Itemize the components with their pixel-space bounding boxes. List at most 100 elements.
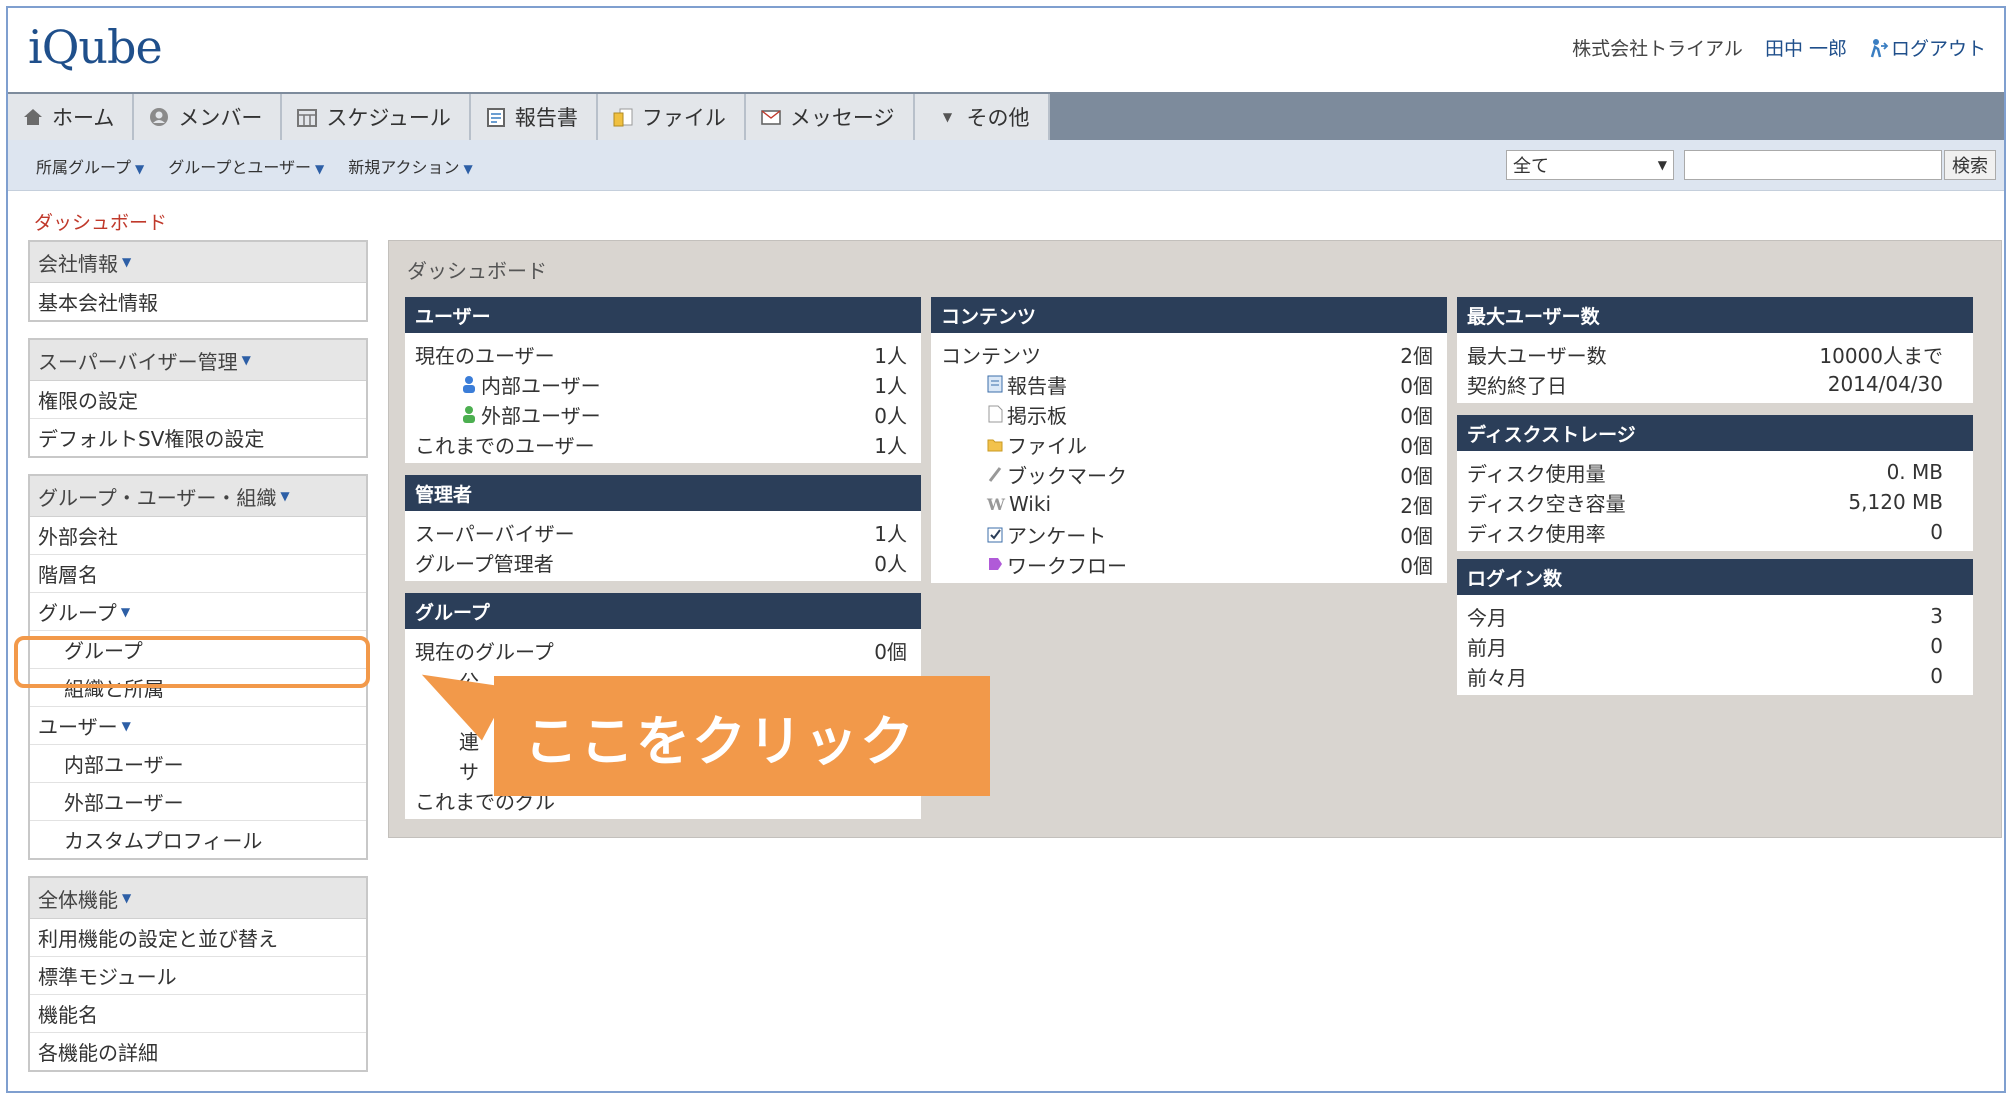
tab-report[interactable]: 報告書 (470, 94, 598, 140)
stat-row: グループ管理者 0人 (415, 547, 907, 577)
tab-label: メッセージ (789, 106, 895, 130)
sidebar-item-feature-details[interactable]: 各機能の詳細 (30, 1033, 366, 1070)
menu-new-action[interactable]: 新規アクション ▼ (348, 154, 472, 178)
menu-groups-and-users[interactable]: グループとユーザー ▼ (168, 154, 324, 178)
sidebar-head-company[interactable]: 会社情報 ▼ (30, 242, 366, 283)
header-user-area: 株式会社トライアル 田中 一郎 ログアウト (1572, 34, 1986, 61)
breadcrumb[interactable]: ダッシュボード (34, 208, 167, 235)
sidebar-item-external-user[interactable]: 外部ユーザー (30, 783, 366, 821)
chevron-down-icon: ▼ (122, 891, 132, 905)
sidebar-item-hierarchy-name[interactable]: 階層名 (30, 555, 366, 593)
stat-label: ディスク使用量 (1467, 461, 1606, 486)
sidebar-section-features: 全体機能 ▼ 利用機能の設定と並び替え 標準モジュール 機能名 各機能の詳細 (28, 876, 368, 1072)
wiki-icon: W (987, 494, 1005, 514)
menu-label: 新規アクション (348, 158, 460, 177)
stat-row: 前々月 0 (1467, 661, 1943, 691)
stat-row: スーパーバイザー 1人 (415, 517, 907, 547)
sidebar-item-standard-module[interactable]: 標準モジュール (30, 957, 366, 995)
dropdown-icon: ▼ (942, 110, 953, 124)
sidebar-head-features[interactable]: 全体機能 ▼ (30, 878, 366, 919)
schedule-icon (296, 106, 318, 128)
stat-value: 0人 (874, 403, 907, 428)
sidebar-item-permissions[interactable]: 権限の設定 (30, 381, 366, 419)
sidebar-item-group-head[interactable]: グループ ▼ (30, 593, 366, 631)
search-scope-select[interactable]: 全て ▼ (1506, 150, 1674, 180)
widget-title: 最大ユーザー数 (1457, 297, 1973, 333)
stat-row: アンケート 0個 (941, 519, 1433, 549)
stat-row: 掲示板 0個 (941, 399, 1433, 429)
stat-row: 報告書 0個 (941, 369, 1433, 399)
stat-value: 0個 (1400, 463, 1433, 488)
chevron-down-icon: ▼ (241, 353, 251, 367)
chevron-down-icon: ▼ (463, 162, 473, 176)
stat-row: これまでのユーザー 1人 (415, 429, 907, 459)
tab-label: 報告書 (514, 106, 578, 130)
stat-label: 契約終了日 (1467, 373, 1567, 398)
menu-label: 所属グループ (36, 158, 132, 177)
sidebar-section-company: 会社情報 ▼ 基本会社情報 (28, 240, 368, 322)
tab-home[interactable]: ホーム (8, 94, 135, 140)
stat-row: W Wiki 2個 (941, 489, 1433, 519)
stat-label: サ (459, 759, 479, 784)
tab-label: ファイル (641, 106, 726, 130)
stat-label: 現在のユーザー (415, 343, 555, 368)
callout-label: ここをクリック (494, 676, 990, 796)
stat-label: ファイル (1007, 433, 1087, 458)
home-icon (22, 106, 44, 128)
sidebar-item-internal-user[interactable]: 内部ユーザー (30, 745, 366, 783)
tab-members[interactable]: メンバー (134, 94, 283, 140)
tab-label: スケジュール (326, 106, 451, 130)
tab-message[interactable]: メッセージ (745, 94, 915, 140)
stat-value: 0個 (1400, 523, 1433, 548)
sidebar-head-supervisor[interactable]: スーパーバイザー管理 ▼ (30, 340, 366, 381)
sidebar-item-user-head[interactable]: ユーザー ▼ (30, 707, 366, 745)
user-name-link[interactable]: 田中 一郎 (1765, 34, 1847, 61)
logo: iQube (28, 20, 163, 74)
stat-label: スーパーバイザー (415, 521, 575, 546)
app-window: iQube 株式会社トライアル 田中 一郎 ログアウト ホーム メンバー スケジ… (6, 6, 2006, 1093)
widget-title: コンテンツ (931, 297, 1447, 333)
stat-row: ディスク使用率 0 (1467, 517, 1943, 547)
menu-label: グループとユーザー (168, 158, 312, 177)
tab-file[interactable]: ファイル (597, 94, 746, 140)
logout-label: ログアウト (1890, 38, 1986, 60)
search-scope-value: 全て (1513, 156, 1549, 177)
logout-icon (1870, 38, 1889, 57)
menu-affiliated-groups[interactable]: 所属グループ ▼ (36, 154, 144, 178)
stat-label: 掲示板 (1007, 403, 1067, 428)
tab-schedule[interactable]: スケジュール (282, 94, 471, 140)
search-button[interactable]: 検索 (1944, 150, 1996, 180)
widget-title: ディスクストレージ (1457, 415, 1973, 451)
stat-value: 0 (1930, 520, 1943, 544)
stat-row: 最大ユーザー数 10000人まで (1467, 339, 1943, 369)
sidebar-item-feature-settings[interactable]: 利用機能の設定と並び替え (30, 919, 366, 957)
stat-value: 0人 (874, 551, 907, 576)
tab-other[interactable]: ▼ その他 (914, 94, 1050, 140)
sidebar-section-supervisor: スーパーバイザー管理 ▼ 権限の設定 デフォルトSV権限の設定 (28, 338, 368, 458)
stat-row: コンテンツ 2個 (941, 339, 1433, 369)
widget-contents: コンテンツ コンテンツ 2個 報告書 0個 掲示板 0個 ファイル 0個 ブックマーク 0… (931, 297, 1447, 583)
stat-value: 5,120 MB (1848, 490, 1943, 514)
stat-value: 0 (1930, 634, 1943, 658)
tab-label: その他 (966, 106, 1030, 130)
sidebar-item-label: ユーザー (38, 715, 118, 739)
widget-max-users: 最大ユーザー数 最大ユーザー数 10000人まで 契約終了日 2014/04/30 (1457, 297, 1973, 403)
sidebar-item-custom-profile[interactable]: カスタムプロフィール (30, 821, 366, 858)
stat-label: ディスク空き容量 (1467, 491, 1626, 516)
stat-value: 0個 (1400, 373, 1433, 398)
stat-row: ワークフロー 0個 (941, 549, 1433, 579)
stat-row: ブックマーク 0個 (941, 459, 1433, 489)
highlight-frame (14, 636, 370, 688)
chevron-down-icon: ▼ (121, 718, 131, 733)
search-input[interactable] (1684, 150, 1942, 180)
chevron-down-icon: ▼ (1657, 158, 1667, 172)
stat-row: 内部ユーザー 1人 (415, 369, 907, 399)
logout-link[interactable]: ログアウト (1869, 34, 1986, 61)
sidebar-item-external-company[interactable]: 外部会社 (30, 517, 366, 555)
sidebar-item-feature-name[interactable]: 機能名 (30, 995, 366, 1033)
sidebar-item-default-sv-permissions[interactable]: デフォルトSV権限の設定 (30, 419, 366, 456)
stat-value: 0個 (1400, 433, 1433, 458)
sidebar-item-basic-company-info[interactable]: 基本会社情報 (30, 283, 366, 320)
stat-row: 現在のユーザー 1人 (415, 339, 907, 369)
sidebar-head-org[interactable]: グループ・ユーザー・組織 ▼ (30, 476, 366, 517)
